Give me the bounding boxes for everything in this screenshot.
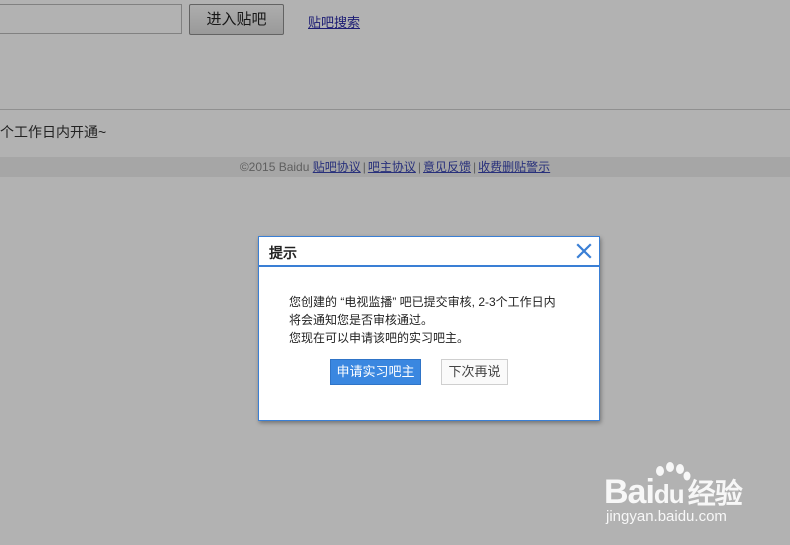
dialog-message: 您创建的 “电视监播” 吧已提交审核, 2-3个工作日内 将会通知您是否审核通过…	[289, 293, 589, 347]
dialog-message-line: 您现在可以申请该吧的实习吧主。	[289, 331, 470, 345]
apply-intern-moderator-button[interactable]: 申请实习吧主	[330, 359, 421, 385]
notice-dialog: 提示 您创建的 “电视监播” 吧已提交审核, 2-3个工作日内 将会通知您是否审…	[258, 236, 600, 421]
watermark-url: jingyan.baidu.com	[606, 508, 727, 525]
close-icon[interactable]	[575, 242, 593, 260]
dialog-header: 提示	[259, 237, 599, 267]
dialog-title: 提示	[269, 245, 297, 261]
watermark-brand-du: du	[653, 479, 685, 509]
watermark-brand: Baidu 经验	[604, 473, 743, 511]
dialog-message-line: 您创建的 “电视监播” 吧已提交审核, 2-3个工作日内	[289, 295, 556, 309]
baidu-jingyan-watermark: Baidu 经验 jingyan.baidu.com	[604, 462, 784, 530]
dialog-message-line: 将会通知您是否审核通过。	[289, 313, 434, 327]
later-button[interactable]: 下次再说	[441, 359, 508, 385]
